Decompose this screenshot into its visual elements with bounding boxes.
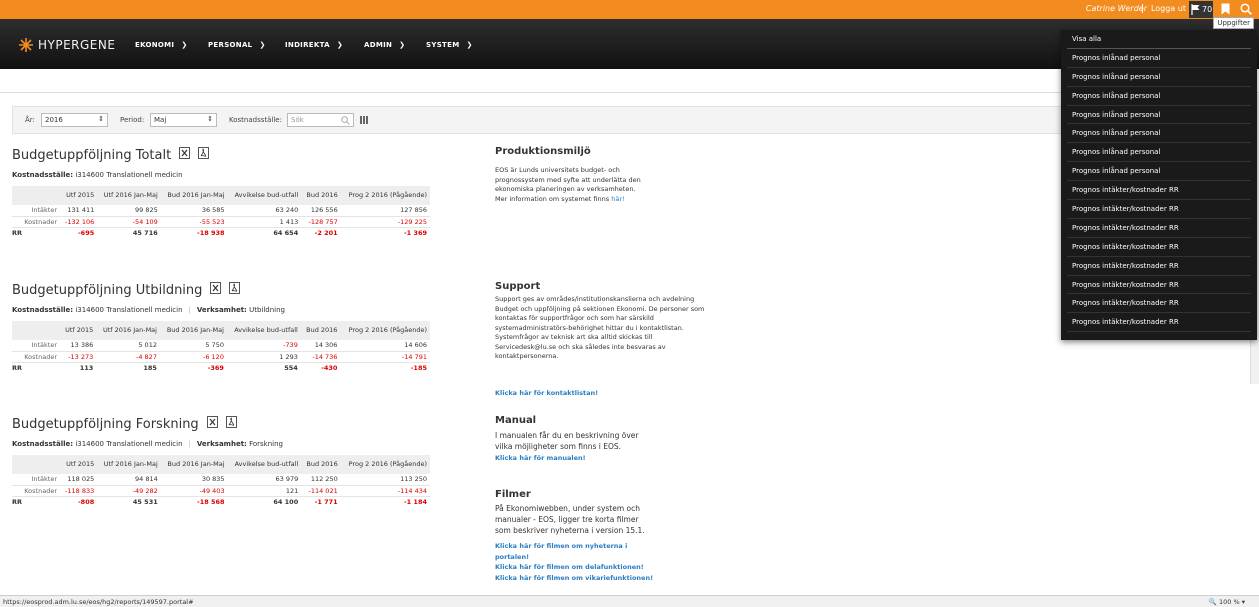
table-row: Intäkter 13 386 5 012 5 750 -739 14 306 14 60…: [12, 340, 430, 352]
search-icon: [341, 116, 350, 125]
film-link[interactable]: Klicka här för filmen om delafunktionen!: [495, 562, 653, 573]
col-header: Utf 2015: [60, 186, 98, 205]
tasks-dropdown: Visa alla Prognos inlånad personal Prognos…: [1061, 30, 1257, 340]
task-item[interactable]: Prognos intäkter/kostnader RR: [1067, 257, 1251, 276]
excel-icon[interactable]: [210, 282, 222, 298]
col-header: Avvikelse bud-utfall: [227, 186, 302, 205]
task-item[interactable]: Prognos inlånad personal: [1067, 143, 1251, 163]
support-text: Support ges av områdes/institutionskansl…: [495, 295, 705, 360]
table-row: RR -808 45 531 -18 568 64 100 -1 771 -1 184: [12, 497, 427, 506]
manual-title: Manual: [495, 415, 537, 426]
section-meta: Kostnadsställe: i314600 Translationell m…: [12, 306, 285, 314]
task-item[interactable]: Prognos inlånad personal: [1067, 68, 1251, 87]
logo-icon: [19, 38, 33, 52]
manual-text: I manualen får du en beskrivning över vi…: [495, 431, 639, 462]
user-name: Catrine Werder: [1085, 4, 1147, 13]
status-bar: https://eosprod.adm.lu.se/eos/hg2/report…: [0, 595, 1259, 607]
updown-icon: ⇕: [98, 115, 104, 123]
flag-icon: [1191, 4, 1200, 15]
budget-table-utbildning: Utf 2015 Utf 2016 Jan-Maj Bud 2016 Jan-Maj…: [12, 321, 430, 373]
films-text: På Ekonomiwebben, under system och manua…: [495, 504, 645, 535]
excel-icon[interactable]: [179, 147, 191, 163]
show-all-item[interactable]: Visa alla: [1067, 30, 1251, 49]
table-row: Kostnader -118 833 -49 282 -49 403 121 -114 …: [12, 485, 430, 497]
chevron-down-icon: ❯: [259, 41, 266, 49]
budget-table-totalt: Utf 2015 Utf 2016 Jan-Maj Bud 2016 Jan-M…: [12, 186, 430, 238]
year-select[interactable]: 2016 ⇕: [41, 113, 108, 127]
support-title: Support: [495, 281, 541, 292]
updown-icon: ⇕: [207, 115, 213, 123]
section-meta: Kostnadsställe: i314600 Translationell m…: [12, 440, 283, 448]
task-item[interactable]: Prognos inlånad personal: [1067, 124, 1251, 144]
nav-personal[interactable]: PERSONAL ❯: [208, 41, 266, 49]
task-item[interactable]: Prognos inlånad personal: [1067, 49, 1251, 68]
period-select[interactable]: Maj ⇕: [150, 113, 217, 127]
bookmark-icon[interactable]: [1221, 3, 1230, 17]
nav-admin[interactable]: ADMIN ❯: [364, 41, 405, 49]
task-item[interactable]: Prognos inlånad personal: [1067, 162, 1251, 182]
col-header: Bud 2016: [301, 186, 341, 205]
logo-text: HYPERGENE: [38, 38, 116, 52]
table-row: RR -695 45 716 -18 938 64 654 -2 201 -1 369: [12, 228, 427, 237]
status-url: https://eosprod.adm.lu.se/eos/hg2/report…: [3, 598, 194, 606]
cost-center-search-input[interactable]: Sök: [287, 113, 354, 127]
production-title: Produktionsmiljö: [495, 146, 591, 157]
cost-center-label: Kostnadsställe:: [229, 116, 282, 124]
table-row: Intäkter 131 411 99 825 36 585 63 240 126 55…: [12, 205, 430, 217]
task-item[interactable]: Prognos inlånad personal: [1067, 106, 1251, 125]
task-item[interactable]: Prognos intäkter/kostnader RR: [1067, 313, 1251, 333]
section-title-totalt: Budgetuppföljning Totalt: [12, 147, 210, 163]
tasks-tooltip: Uppgifter: [1213, 17, 1254, 29]
task-item[interactable]: Prognos intäkter/kostnader RR: [1067, 181, 1251, 201]
excel-icon[interactable]: [206, 416, 218, 432]
search-icon[interactable]: [1240, 3, 1252, 17]
film-link[interactable]: Klicka här för filmen om vikariefunktion…: [495, 573, 653, 584]
col-header: Utf 2016 Jan-Maj: [97, 186, 161, 205]
section-meta: Kostnadsställe: i314600 Translationell m…: [12, 171, 183, 179]
task-count: 70: [1202, 5, 1213, 14]
pdf-icon[interactable]: [198, 147, 210, 163]
top-bar: Catrine Werder Logga ut 70: [0, 0, 1259, 19]
info-link[interactable]: här!: [611, 195, 624, 203]
task-item[interactable]: Prognos inlånad personal: [1067, 87, 1251, 106]
columns-icon[interactable]: [360, 116, 368, 126]
films-title: Filmer: [495, 489, 531, 500]
table-row: RR 113 185 -369 554 -430 -185: [12, 363, 427, 372]
budget-table-forskning: Utf 2015 Utf 2016 Jan-Maj Bud 2016 Jan-Maj…: [12, 455, 430, 507]
film-link[interactable]: portalen!: [495, 552, 653, 563]
task-item[interactable]: Prognos intäkter/kostnader RR: [1067, 238, 1251, 257]
task-item[interactable]: Prognos intäkter/kostnader RR: [1067, 200, 1251, 219]
chevron-down-icon: ❯: [466, 41, 473, 49]
section-title-forskning: Budgetuppföljning Forskning: [12, 416, 237, 432]
task-item[interactable]: Prognos intäkter/kostnader RR: [1067, 294, 1251, 314]
col-header: Bud 2016 Jan-Maj: [160, 186, 228, 205]
pdf-icon[interactable]: [225, 416, 237, 432]
zoom-control[interactable]: 🔍 100 % ▾: [1209, 598, 1245, 606]
chevron-down-icon: ❯: [336, 41, 343, 49]
nav-ekonomi[interactable]: EKONOMI ❯: [135, 41, 188, 49]
manual-link[interactable]: Klicka här för manualen!: [495, 454, 586, 462]
period-label: Period:: [120, 116, 145, 124]
tasks-button[interactable]: 70: [1189, 1, 1213, 18]
table-row: Intäkter 118 025 94 814 30 835 63 979 112 25…: [12, 474, 430, 486]
pdf-icon[interactable]: [229, 282, 241, 298]
nav-system[interactable]: SYSTEM ❯: [426, 41, 473, 49]
table-row: Kostnader -13 273 -4 827 -6 120 1 293 -14 73…: [12, 351, 430, 363]
logo[interactable]: HYPERGENE: [18, 37, 115, 53]
contact-list-link[interactable]: Klicka här för kontaktlistan!: [495, 389, 598, 397]
chevron-down-icon: ❯: [399, 41, 406, 49]
task-item[interactable]: Prognos intäkter/kostnader RR: [1067, 276, 1251, 295]
films-links: Klicka här för filmen om nyheterna i por…: [495, 541, 653, 583]
year-label: År:: [25, 116, 35, 124]
col-header: Prog 2 2016 (Pågående): [340, 186, 430, 205]
production-text: EOS är Lunds universitets budget- och pr…: [495, 166, 641, 203]
nav-indirekta[interactable]: INDIREKTA ❯: [285, 41, 343, 49]
table-row: Kostnader -132 106 -54 109 -55 523 1 413 -12…: [12, 216, 430, 228]
task-item[interactable]: Prognos intäkter/kostnader RR: [1067, 219, 1251, 238]
logout-link[interactable]: Logga ut: [1141, 4, 1186, 13]
section-title-utbildning: Budgetuppföljning Utbildning: [12, 282, 241, 298]
chevron-down-icon: ❯: [181, 41, 188, 49]
film-link[interactable]: Klicka här för filmen om nyheterna i: [495, 541, 653, 552]
